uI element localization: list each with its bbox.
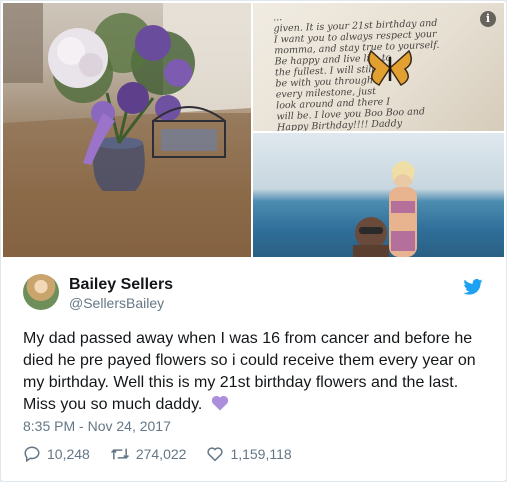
reply-icon <box>24 446 40 463</box>
avatar[interactable] <box>23 274 59 310</box>
purple-heart-icon <box>211 395 228 411</box>
author-handle[interactable]: @SellersBailey <box>69 295 164 311</box>
like-button[interactable]: 1,159,118 <box>206 445 292 463</box>
flowers-photo[interactable] <box>3 3 251 257</box>
like-icon <box>207 447 224 462</box>
author-name[interactable]: Bailey Sellers <box>69 276 173 294</box>
retweet-button[interactable]: 274,022 <box>110 445 187 463</box>
reply-count: 10,248 <box>47 446 90 462</box>
info-icon[interactable]: i <box>480 11 496 27</box>
tweet-actions: 10,248 274,022 1,159,118 <box>23 444 312 464</box>
tweet-media[interactable]: ... given. It is your 21st birthday and … <box>1 1 506 259</box>
like-count: 1,159,118 <box>230 446 292 462</box>
retweet-count: 274,022 <box>135 446 187 462</box>
letter-photo[interactable]: ... given. It is your 21st birthday and … <box>253 3 504 131</box>
butterfly-icon <box>368 49 412 86</box>
reply-button[interactable]: 10,248 <box>23 445 90 463</box>
retweet-icon <box>110 448 129 460</box>
tweet-card: ... given. It is your 21st birthday and … <box>0 0 507 482</box>
beach-photo[interactable] <box>253 133 504 257</box>
tweet-text: My dad passed away when I was 16 from ca… <box>23 328 493 416</box>
tweet-body: My dad passed away when I was 16 from ca… <box>23 330 476 413</box>
tweet-timestamp[interactable]: 8:35 PM - Nov 24, 2017 <box>23 418 171 434</box>
twitter-bird-icon[interactable] <box>463 279 483 295</box>
